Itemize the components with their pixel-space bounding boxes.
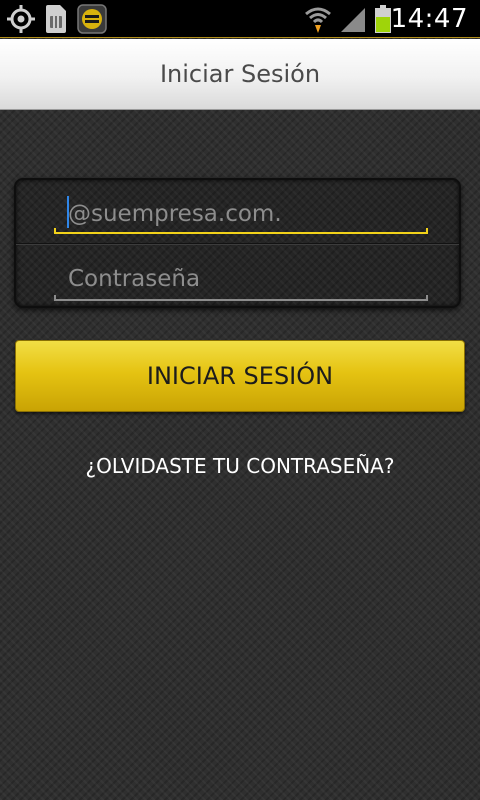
status-bar: 14:47	[0, 0, 480, 38]
email-field-underline	[54, 228, 428, 234]
page-title: Iniciar Sesión	[159, 60, 321, 88]
login-panel	[14, 178, 461, 308]
app-notification-icon	[76, 0, 108, 38]
password-field-underline	[54, 295, 428, 301]
wifi-icon	[302, 0, 334, 38]
gps-icon	[4, 0, 38, 38]
text-cursor	[67, 196, 69, 228]
sim-card-icon	[42, 0, 70, 38]
login-button[interactable]: INICIAR SESIÓN	[15, 340, 465, 412]
title-bar: Iniciar Sesión	[0, 39, 480, 110]
status-time: 14:47	[390, 4, 468, 34]
forgot-password-link[interactable]: ¿OLVIDASTE TU CONTRASEÑA?	[0, 450, 480, 482]
login-button-label: INICIAR SESIÓN	[146, 362, 334, 390]
panel-divider	[16, 243, 459, 245]
signal-icon	[338, 0, 368, 38]
